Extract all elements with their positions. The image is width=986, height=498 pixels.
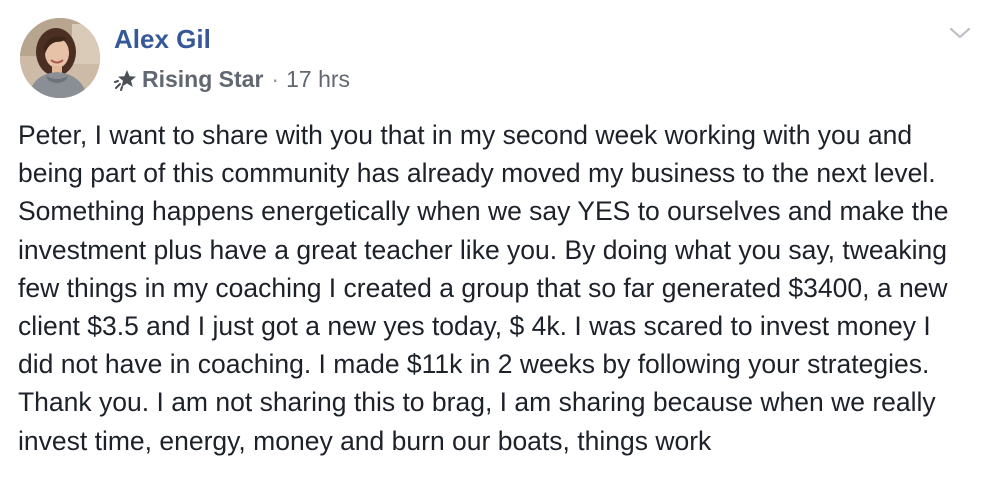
chevron-down-icon[interactable]	[946, 22, 974, 44]
badge-label[interactable]: Rising Star	[142, 66, 263, 93]
post-card: Alex Gil Rising Star · 17 hrs Peter, I w…	[0, 0, 986, 498]
avatar-photo	[20, 18, 100, 98]
avatar[interactable]	[20, 18, 100, 98]
post-timestamp[interactable]: 17 hrs	[286, 66, 350, 93]
author-name[interactable]: Alex Gil	[114, 24, 211, 54]
post-body: Peter, I want to share with you that in …	[18, 120, 949, 456]
rising-star-icon	[114, 67, 138, 91]
meta-separator: ·	[271, 65, 280, 92]
post-meta: Rising Star · 17 hrs	[114, 64, 350, 94]
